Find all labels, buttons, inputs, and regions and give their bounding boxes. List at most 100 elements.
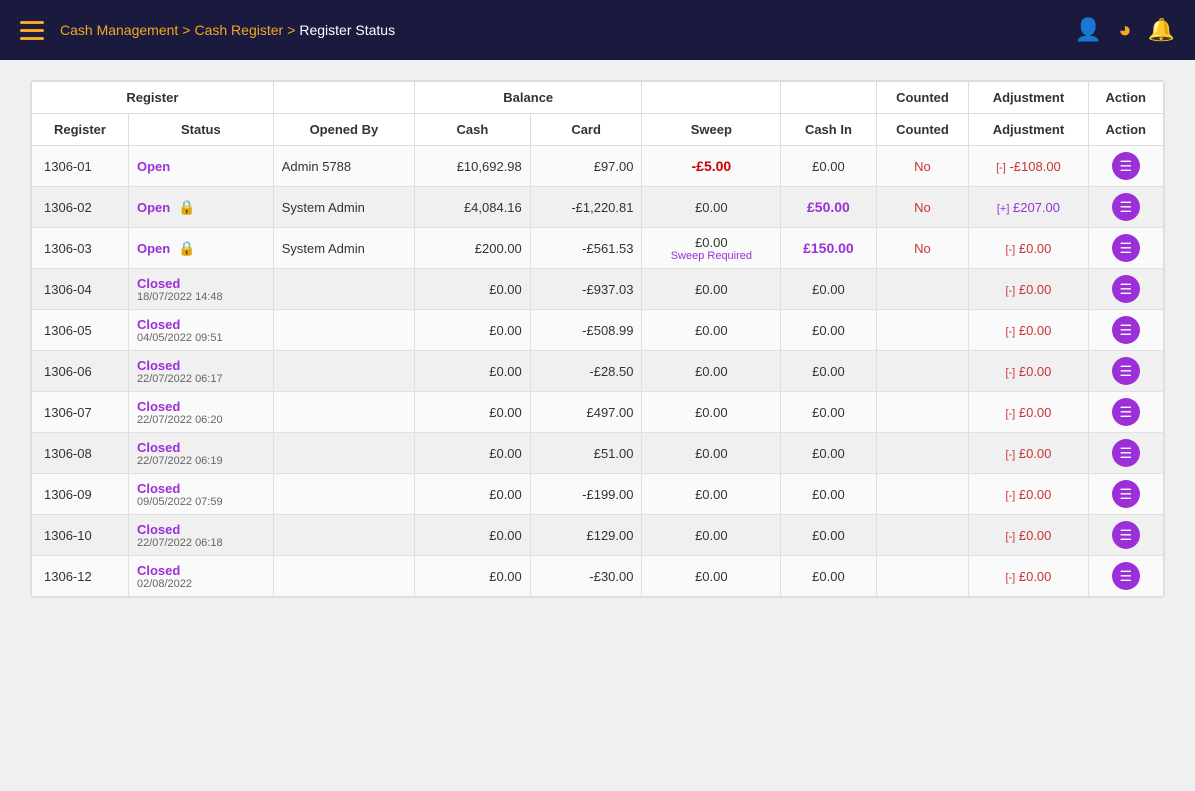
adjustment-value: [-] £0.00 (969, 392, 1088, 433)
cash-in-value: £150.00 (781, 228, 876, 269)
register-status: Closed22/07/2022 06:19 (128, 433, 273, 474)
register-status: Open 🔒 (128, 228, 273, 269)
table-row: 1306-04Closed18/07/2022 14:48 £0.00-£937.… (32, 269, 1164, 310)
register-status: Closed22/07/2022 06:18 (128, 515, 273, 556)
group-header-empty1 (273, 82, 414, 114)
card-value: £497.00 (530, 392, 642, 433)
counted-value (876, 474, 969, 515)
register-id: 1306-04 (32, 269, 129, 310)
action-button[interactable]: ☰ (1112, 398, 1140, 426)
col-sweep: Sweep (642, 114, 781, 146)
sweep-value: £0.00 (642, 474, 781, 515)
action-button[interactable]: ☰ (1112, 357, 1140, 385)
sweep-value: £0.00 (642, 269, 781, 310)
opened-by (273, 515, 414, 556)
adjustment-value: [-] £0.00 (969, 556, 1088, 597)
status-date: 22/07/2022 06:19 (137, 455, 265, 467)
cash-in-value: £0.00 (781, 351, 876, 392)
lock-icon: 🔒 (174, 199, 195, 215)
sweep-value: £0.00 (642, 433, 781, 474)
breadcrumb-sep-1: > (182, 22, 190, 38)
counted-value (876, 433, 969, 474)
cash-in-value: £0.00 (781, 474, 876, 515)
cash-in-value: £0.00 (781, 392, 876, 433)
action-cell: ☰ (1088, 310, 1163, 351)
table-row: 1306-07Closed22/07/2022 06:20£0.00£497.0… (32, 392, 1164, 433)
sweep-value: £0.00 (642, 187, 781, 228)
group-header-empty2 (642, 82, 781, 114)
cash-in-value: £0.00 (781, 556, 876, 597)
col-register: Register (32, 114, 129, 146)
chart-icon[interactable]: ◕ (1118, 17, 1131, 43)
adjustment-value: [-] £0.00 (969, 351, 1088, 392)
col-opened-by: Opened By (273, 114, 414, 146)
col-action: Action (1088, 114, 1163, 146)
breadcrumb-cash-management[interactable]: Cash Management (60, 22, 178, 38)
action-cell: ☰ (1088, 228, 1163, 269)
action-button[interactable]: ☰ (1112, 521, 1140, 549)
group-header-register: Register (32, 82, 274, 114)
cash-value: £4,084.16 (414, 187, 530, 228)
status-date: 04/05/2022 09:51 (137, 332, 265, 344)
cash-in-value: £0.00 (781, 310, 876, 351)
card-value: -£937.03 (530, 269, 642, 310)
register-id: 1306-03 (32, 228, 129, 269)
cash-value: £10,692.98 (414, 146, 530, 187)
table-row: 1306-01OpenAdmin 5788£10,692.98£97.00-£5… (32, 146, 1164, 187)
card-value: -£508.99 (530, 310, 642, 351)
action-button[interactable]: ☰ (1112, 152, 1140, 180)
counted-value (876, 515, 969, 556)
action-button[interactable]: ☰ (1112, 562, 1140, 590)
action-button[interactable]: ☰ (1112, 439, 1140, 467)
action-cell: ☰ (1088, 515, 1163, 556)
breadcrumb-cash-register[interactable]: Cash Register (194, 22, 283, 38)
action-button[interactable]: ☰ (1112, 480, 1140, 508)
action-button[interactable]: ☰ (1112, 193, 1140, 221)
status-date: 02/08/2022 (137, 578, 265, 590)
breadcrumb: Cash Management > Cash Register > Regist… (60, 22, 395, 38)
register-id: 1306-01 (32, 146, 129, 187)
action-button[interactable]: ☰ (1112, 234, 1140, 262)
main-content: Register Balance Counted Adjustment Acti… (0, 60, 1195, 618)
col-card: Card (530, 114, 642, 146)
user-icon[interactable]: 👤 (1075, 17, 1102, 43)
register-status-table-wrap: Register Balance Counted Adjustment Acti… (30, 80, 1165, 598)
register-id: 1306-09 (32, 474, 129, 515)
register-status: Open 🔒 (128, 187, 273, 228)
cash-value: £0.00 (414, 351, 530, 392)
card-value: -£561.53 (530, 228, 642, 269)
action-cell: ☰ (1088, 187, 1163, 228)
status-date: 22/07/2022 06:18 (137, 537, 265, 549)
register-status: Closed22/07/2022 06:17 (128, 351, 273, 392)
cash-value: £0.00 (414, 310, 530, 351)
hamburger-menu[interactable] (20, 21, 44, 40)
action-button[interactable]: ☰ (1112, 275, 1140, 303)
adjustment-value: [+] £207.00 (969, 187, 1088, 228)
sweep-value: £0.00 (642, 515, 781, 556)
cash-in-value: £0.00 (781, 146, 876, 187)
table-row: 1306-05Closed04/05/2022 09:51£0.00-£508.… (32, 310, 1164, 351)
group-header-adjustment: Adjustment (969, 82, 1088, 114)
register-status: Closed18/07/2022 14:48 (128, 269, 273, 310)
register-status: Closed22/07/2022 06:20 (128, 392, 273, 433)
register-status: Open (128, 146, 273, 187)
card-value: -£199.00 (530, 474, 642, 515)
breadcrumb-register-status: Register Status (299, 22, 395, 38)
group-header-counted: Counted (876, 82, 969, 114)
opened-by (273, 269, 414, 310)
card-value: £129.00 (530, 515, 642, 556)
opened-by (273, 310, 414, 351)
counted-value (876, 351, 969, 392)
cash-in-value: £0.00 (781, 515, 876, 556)
opened-by: Admin 5788 (273, 146, 414, 187)
action-cell: ☰ (1088, 433, 1163, 474)
cash-value: £200.00 (414, 228, 530, 269)
cash-in-value: £0.00 (781, 433, 876, 474)
register-id: 1306-05 (32, 310, 129, 351)
action-button[interactable]: ☰ (1112, 316, 1140, 344)
opened-by: System Admin (273, 187, 414, 228)
cash-value: £0.00 (414, 392, 530, 433)
nav-left: Cash Management > Cash Register > Regist… (20, 21, 395, 40)
counted-value (876, 269, 969, 310)
bell-icon[interactable]: 🔔 (1148, 17, 1175, 43)
